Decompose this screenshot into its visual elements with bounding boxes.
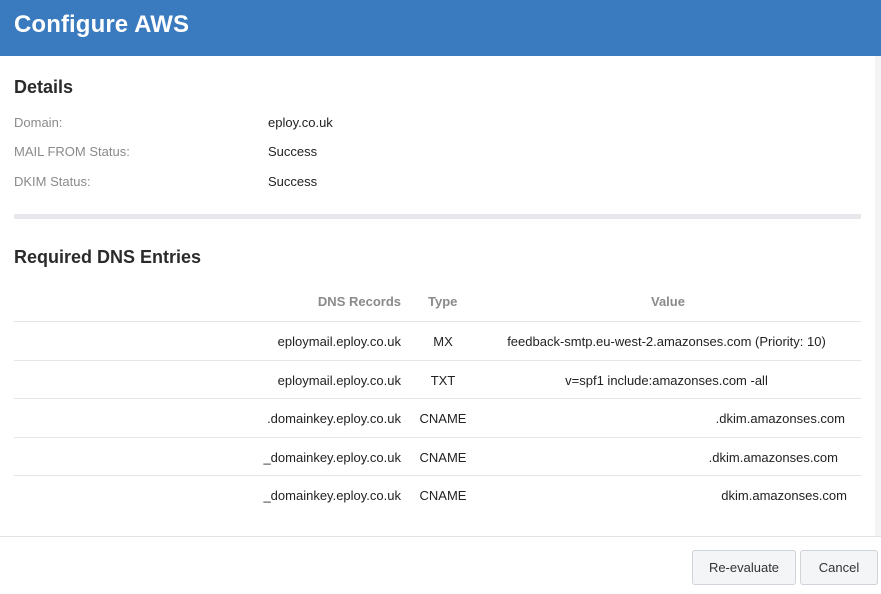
dns-section-title: Required DNS Entries: [14, 247, 202, 267]
dns-type-cell: CNAME: [419, 488, 467, 503]
re-evaluate-button[interactable]: Re-evaluate: [692, 550, 796, 585]
column-header-type: Type: [428, 294, 458, 309]
cancel-button[interactable]: Cancel: [800, 550, 878, 585]
dns-type-cell: MX: [433, 334, 453, 349]
dialog-footer: Re-evaluate Cancel: [0, 536, 881, 594]
section-divider: [14, 214, 861, 219]
dns-type-cell: CNAME: [419, 449, 467, 465]
dns-record-cell: eploymail.eploy.co.uk: [277, 372, 401, 388]
dialog-header: Configure AWS: [0, 0, 881, 56]
dns-type-cell: TXT: [430, 372, 456, 388]
dns-value-cell: dkim.amazonses.com: [721, 488, 847, 503]
column-header-dns-records: DNS Records: [317, 294, 401, 309]
table-row: _domainkey.eploy.co.uk CNAME .dkim.amazo…: [14, 438, 861, 476]
table-row: .domainkey.eploy.co.uk CNAME .dkim.amazo…: [14, 399, 861, 438]
dkim-status-value: Success: [268, 174, 318, 189]
dns-table-header: DNS Records Type Value: [14, 284, 861, 322]
dns-record-cell: _domainkey.eploy.co.uk: [263, 449, 401, 465]
table-row: eploymail.eploy.co.uk MX feedback-smtp.e…: [14, 322, 861, 361]
table-row: eploymail.eploy.co.uk TXT v=spf1 include…: [14, 361, 861, 399]
dns-value-cell: .dkim.amazonses.com: [715, 411, 845, 426]
domain-label: Domain:: [14, 115, 63, 130]
configure-aws-dialog: Configure AWS Details Domain: eploy.co.u…: [0, 0, 881, 594]
dkim-status-label: DKIM Status:: [14, 174, 91, 189]
scrollbar[interactable]: [875, 56, 881, 536]
column-header-value: Value: [651, 294, 685, 309]
mail-from-status-label: MAIL FROM Status:: [14, 144, 130, 159]
dns-value-cell: .dkim.amazonses.com: [708, 449, 838, 465]
dns-type-cell: CNAME: [419, 411, 467, 426]
dns-value-cell: v=spf1 include:amazonses.com -all: [565, 372, 768, 388]
details-section-title: Details: [14, 77, 74, 97]
dialog-title: Configure AWS: [14, 11, 190, 38]
dns-record-cell: .domainkey.eploy.co.uk: [267, 411, 401, 426]
dns-record-cell: _domainkey.eploy.co.uk: [263, 488, 401, 503]
dns-value-cell: feedback-smtp.eu-west-2.amazonses.com (P…: [507, 334, 826, 349]
dns-table: DNS Records Type Value eploymail.eploy.c…: [14, 284, 861, 515]
mail-from-status-value: Success: [268, 144, 318, 159]
table-row: _domainkey.eploy.co.uk CNAME dkim.amazon…: [14, 476, 861, 515]
domain-value: eploy.co.uk: [268, 115, 333, 130]
dns-record-cell: eploymail.eploy.co.uk: [277, 334, 401, 349]
